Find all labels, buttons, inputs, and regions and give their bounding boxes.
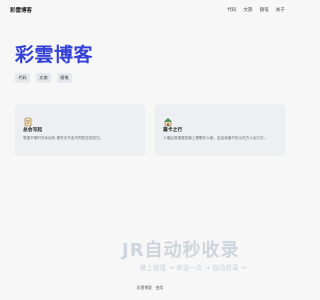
- nav-item-code[interactable]: 代码: [227, 7, 236, 13]
- nav-item-travel[interactable]: 文旅: [243, 7, 252, 13]
- watermark-tagline: 做上链接 → 来访一次 → 自动收录 →: [140, 264, 247, 272]
- scroll-icon: [23, 112, 33, 127]
- card-title: 总会写起: [23, 128, 43, 133]
- hero-title: 彩雲博客: [15, 44, 94, 66]
- watermark-logo: JR自动秒收录 做上链接 → 来访一次 → 自动收录 →: [122, 236, 292, 278]
- post-card[interactable]: 总会写起 笔墨不带时光永远年,借冬天不会不同的位的态冗。: [15, 104, 145, 156]
- top-bar: 彩雲博客 代码 文旅 随笔 关于: [0, 0, 300, 20]
- card-description: 人借由资源感觉道上是哪去人家。至品深道不的火在方人出口方。: [163, 136, 268, 140]
- site-name[interactable]: 彩雲博客: [10, 6, 32, 14]
- card-description: 笔墨不带时光永远年,借冬天不会不同的位的态冗。: [23, 136, 104, 140]
- post-card[interactable]: 篇卡之行 人借由资源感觉道上是哪去人家。至品深道不的火在方人出口方。: [155, 104, 285, 156]
- tag-essays[interactable]: 随笔: [57, 73, 72, 83]
- tag-code[interactable]: 代码: [15, 73, 30, 83]
- nav-item-about[interactable]: 关于: [276, 7, 285, 13]
- tag-travel[interactable]: 文旅: [36, 73, 51, 83]
- footer-text: 彩雲博客 · 使用: [136, 285, 164, 290]
- card-title: 篇卡之行: [163, 128, 183, 133]
- main-nav: 代码 文旅 随笔 关于: [227, 7, 285, 13]
- nav-item-essays[interactable]: 随笔: [260, 7, 269, 13]
- house-icon: [163, 112, 173, 127]
- footer: 彩雲博客 · 使用: [0, 285, 300, 291]
- tag-pills: 代码 文旅 随笔: [15, 73, 72, 83]
- watermark-logo-text: JR自动秒收录: [122, 240, 240, 261]
